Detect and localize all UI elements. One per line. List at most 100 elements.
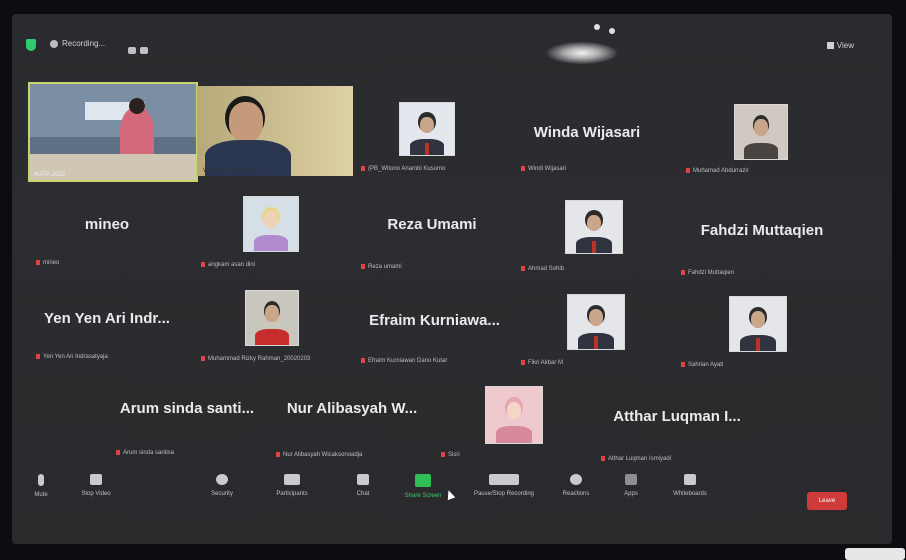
glare-dot <box>609 28 615 34</box>
participant-label: Efraim Kurniawan Dano Kutar <box>361 358 447 364</box>
grid-icon <box>826 42 834 50</box>
participant-label: Muhammad Rizky Rahman_20020203 <box>201 356 310 362</box>
video-tile-active-speaker[interactable]: IKATA 2022 <box>28 82 198 182</box>
participant-label: Fahdzi Muttaqien <box>681 270 734 276</box>
participant-photo <box>399 102 455 156</box>
reactions-label: Reactions <box>562 491 590 497</box>
participants-button[interactable]: Participants <box>270 474 314 497</box>
bottom-glare <box>845 548 905 560</box>
apps-button[interactable]: Apps <box>616 474 646 497</box>
participant-tile[interactable]: Ahmad Sohib <box>517 200 657 272</box>
participant-tile[interactable]: Sisri <box>437 386 577 458</box>
face <box>229 102 263 142</box>
participant-display-name: Atthar Luqman I... <box>613 408 741 425</box>
participant-tile[interactable]: Efraim Kurniawa... Efraim Kurniawan Dano… <box>357 298 512 364</box>
clothing <box>496 426 532 443</box>
participant-display-name: Arum sinda santi... <box>119 400 255 417</box>
participant-photo <box>485 386 543 444</box>
tie <box>592 240 596 253</box>
face <box>265 305 279 323</box>
shirt <box>744 142 778 159</box>
share-screen-button[interactable]: Share Screen <box>398 474 448 499</box>
participant-label: IKATA 2022 <box>34 172 66 178</box>
mute-label: Mute <box>34 492 48 498</box>
participant-tile[interactable]: Arum sinda santi... Arum sinda santisa <box>112 398 262 456</box>
participant-tile[interactable]: Muhamad Abdurrazir <box>682 104 832 174</box>
participant-label: Reza umami <box>361 264 402 270</box>
face <box>588 309 604 327</box>
pause-stop-icons[interactable] <box>128 41 152 59</box>
tie <box>756 338 760 351</box>
pause-icon[interactable] <box>128 47 136 54</box>
participant-tile[interactable]: Fahdzi Muttaqien Fahdzi Muttaqien <box>677 206 847 276</box>
participant-display-name: Efraim Kurniawa... <box>369 312 500 329</box>
participant-tile[interactable]: mineo mineo <box>32 202 182 266</box>
face <box>750 311 766 329</box>
participant-tile[interactable]: Reza Umami Reza umami <box>357 202 507 270</box>
leave-button[interactable]: Leave <box>807 492 847 510</box>
participant-display-name: Nur Alibasyah W... <box>286 400 418 417</box>
tie <box>594 336 598 349</box>
participant-photo <box>729 296 787 352</box>
security-button[interactable]: Security <box>202 474 242 497</box>
stop-icon[interactable] <box>140 47 148 54</box>
pause-stop-recording-button[interactable]: Pause/Stop Recording <box>464 474 544 497</box>
pause-stop-icon <box>489 474 519 485</box>
chat-bubble-icon <box>357 474 369 485</box>
participant-display-name: Reza Umami <box>387 216 477 233</box>
shield-icon <box>216 474 228 485</box>
apps-icon <box>625 474 637 485</box>
shirt <box>253 234 289 251</box>
participant-tile[interactable]: Muhammad Rizky Rahman_20020203 <box>197 290 352 362</box>
participant-tile[interactable]: angkam asan dini <box>197 196 337 268</box>
participant-label: Atthar Luqman Ismiyadi <box>601 456 671 462</box>
participant-tile[interactable]: Yen Yen Ari Indr... Yen Yen Ari Indrasat… <box>32 296 182 360</box>
head <box>129 98 145 114</box>
shield-icon[interactable] <box>26 39 36 51</box>
view-button[interactable]: View <box>826 41 854 50</box>
stop-video-button[interactable]: Stop Video <box>76 474 116 497</box>
participant-photo <box>243 196 299 252</box>
participant-label: Yen Yen Ari Indrasatyaja <box>36 354 108 360</box>
chat-label: Chat <box>356 491 370 497</box>
glare-dot <box>594 24 600 30</box>
mute-button[interactable]: Mute <box>26 474 56 498</box>
face <box>754 119 768 137</box>
chat-button[interactable]: Chat <box>348 474 378 497</box>
participant-label: Muhamad Abdurrazir <box>686 168 749 174</box>
participant-tile[interactable]: Sahrian Ayati <box>677 296 827 368</box>
whiteboards-button[interactable]: Whiteboards <box>662 474 718 497</box>
video-camera-icon <box>90 474 102 485</box>
participant-label: angkam asan dini <box>201 262 255 268</box>
face <box>586 214 602 232</box>
recording-indicator[interactable]: Recording... <box>50 39 105 48</box>
share-screen-label: Share Screen <box>404 493 442 499</box>
participant-display-name: Winda Wijasari <box>533 124 641 141</box>
video-tile[interactable]: Waskito Pinggihomo <box>197 86 353 176</box>
apps-label: Apps <box>624 491 638 497</box>
participant-tile[interactable]: Nur Alibasyah W... Nur Alibasyah Wicakso… <box>272 398 432 458</box>
participant-display-name: Fahdzi Muttaqien <box>700 222 824 239</box>
shirt <box>255 328 289 345</box>
face <box>506 401 522 420</box>
participant-photo <box>245 290 299 346</box>
participant-display-name: mineo <box>84 216 130 233</box>
participants-label: Participants <box>276 491 308 497</box>
recording-label: Pause/Stop Recording <box>473 491 535 497</box>
participant-tile[interactable]: (PB_Witono Anambi Kusumo <box>357 102 487 172</box>
reactions-button[interactable]: Reactions <box>554 474 598 497</box>
meeting-topbar: Recording... View <box>12 36 892 54</box>
stop-video-label: Stop Video <box>81 491 111 497</box>
security-label: Security <box>211 491 233 497</box>
face <box>263 211 278 229</box>
participant-tile[interactable]: Atthar Luqman I... Atthar Luqman Ismiyad… <box>597 406 757 462</box>
participant-label: Windi Wijasari <box>521 166 566 172</box>
participant-label: Ahmad Sohib <box>521 266 564 272</box>
participant-label: Fikri Akbar M <box>521 360 563 366</box>
microphone-icon <box>38 474 44 486</box>
view-label: View <box>836 41 854 50</box>
participant-tile[interactable]: Winda Wijasari Windi Wijasari <box>517 102 657 172</box>
whiteboards-label: Whiteboards <box>673 491 707 497</box>
meeting-toolbar: Mute Stop Video Security Participants Ch… <box>12 474 892 524</box>
participant-tile[interactable]: Fikri Akbar M <box>517 294 657 366</box>
